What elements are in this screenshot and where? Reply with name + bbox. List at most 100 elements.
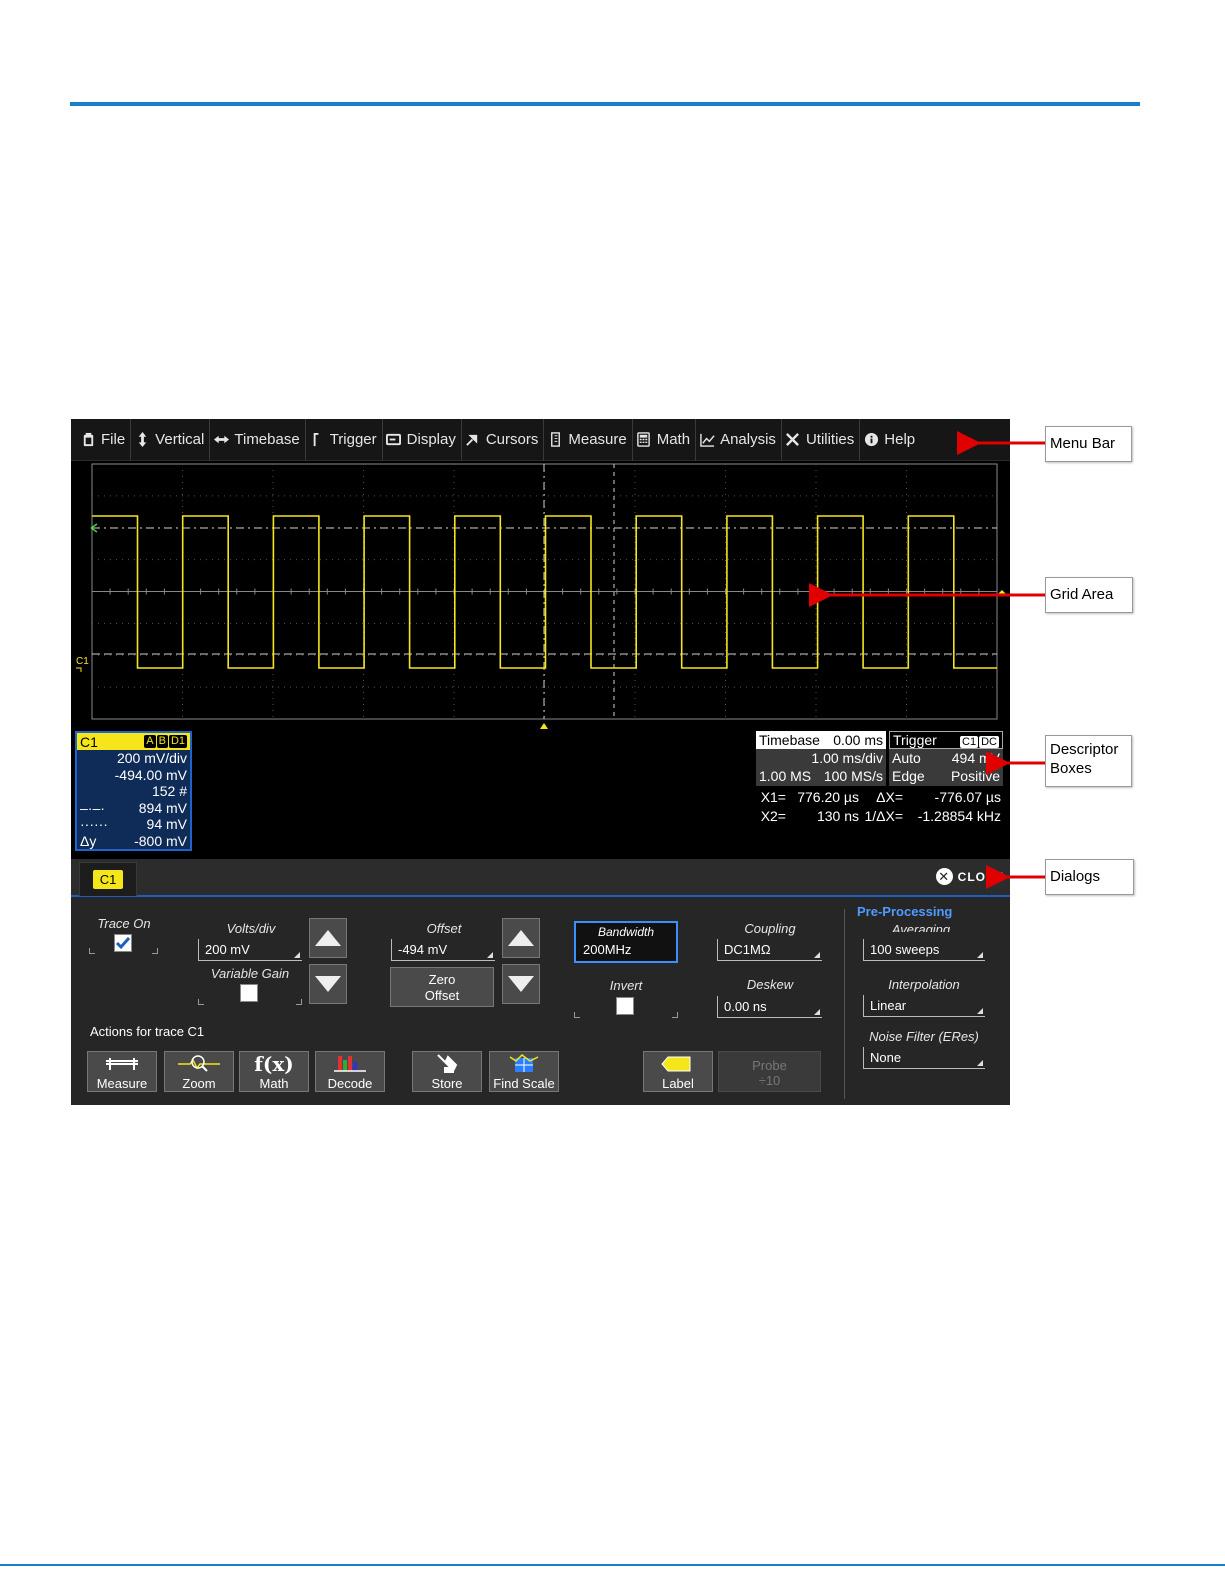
field-corner [198, 999, 204, 1005]
find-scale-action-button[interactable]: Find Scale [489, 1051, 559, 1092]
offset-up-button[interactable] [502, 918, 540, 958]
cursor-icon [465, 432, 481, 448]
menu-timebase[interactable]: Timebase [210, 419, 306, 461]
dialogs-callout: Dialogs [1045, 859, 1134, 895]
bandwidth-field[interactable]: Bandwidth 200MHz [574, 921, 678, 963]
deskew-field[interactable]: 0.00 ns [717, 996, 822, 1018]
menu-vertical-label: Vertical [155, 431, 205, 448]
measure-action-button[interactable]: Measure [87, 1051, 157, 1092]
footer-rule [0, 1564, 1225, 1566]
timebase-row-1: 1.00 ms/div [811, 750, 883, 766]
probe-button[interactable]: Probe ÷10 [718, 1051, 821, 1092]
measure-action-label: Measure [96, 1076, 148, 1091]
volts-div-field[interactable]: 200 mV [198, 939, 302, 961]
pre-processing-title: Pre-Processing [857, 904, 953, 919]
menu-math[interactable]: Math [633, 419, 697, 461]
descriptor-boxes-callout: Descriptor Boxes [1045, 735, 1132, 787]
grid-area[interactable]: C1 [71, 461, 1010, 731]
decode-action-button[interactable]: Decode [315, 1051, 385, 1092]
offset-label: Offset [426, 921, 462, 936]
store-action-button[interactable]: Store [412, 1051, 482, 1092]
trigger-descriptor-header: Trigger C1 DC [889, 731, 1003, 749]
close-icon: ✕ [935, 868, 953, 885]
menu-math-label: Math [656, 431, 691, 448]
vertical-arrows-icon [134, 432, 150, 448]
menu-vertical[interactable]: Vertical [131, 419, 211, 461]
field-corner [152, 948, 158, 954]
trigger-descriptor-box[interactable]: Trigger C1 DC Auto 494 mV Edge Positive [889, 731, 1003, 786]
zero-offset-label-1: Zero [428, 972, 456, 987]
interpolation-label: Interpolation [888, 977, 960, 992]
badge-b: B [156, 735, 168, 748]
volts-up-button[interactable] [309, 918, 347, 958]
menu-measure-label: Measure [568, 431, 627, 448]
bandwidth-label: Bandwidth [597, 925, 655, 939]
decode-icon [316, 1052, 384, 1076]
zero-offset-button[interactable]: Zero Offset [390, 967, 494, 1007]
menu-trigger[interactable]: Trigger [306, 419, 383, 461]
field-corner [296, 999, 302, 1005]
noise-filter-field[interactable]: None [863, 1047, 985, 1069]
menu-utilities[interactable]: Utilities [782, 419, 861, 461]
averaging-field[interactable]: 100 sweeps [863, 939, 985, 961]
tab-c1-label: C1 [92, 870, 124, 889]
c1-descriptor-header: C1 A B D1 [77, 733, 190, 750]
descriptor-callout-line-2: Boxes [1050, 760, 1092, 777]
menu-utilities-label: Utilities [805, 431, 855, 448]
label-action-label: Label [662, 1076, 694, 1091]
pre-processing-divider [844, 909, 845, 1099]
chart-icon [699, 432, 715, 448]
menu-analysis[interactable]: Analysis [696, 419, 782, 461]
trigger-row-2: Edge Positive [892, 768, 1000, 784]
cursor-readout-row-1: X1= 776.20 µs ΔX= -776.07 µs [760, 789, 1001, 805]
invert-checkbox[interactable] [616, 997, 634, 1015]
descriptor-callout-line-1: Descriptor [1050, 741, 1119, 758]
coupling-label: Coupling [744, 921, 796, 936]
badge-dc: DC [979, 736, 999, 748]
field-corner [574, 1012, 580, 1018]
label-action-button[interactable]: Label [643, 1051, 713, 1092]
tag-icon [644, 1052, 712, 1076]
menu-bar-callout: Menu Bar [1045, 426, 1132, 462]
trace-on-label: Trace On [97, 916, 151, 931]
arrow-up-icon [508, 930, 534, 946]
close-button[interactable]: ✕ CLOSE [935, 868, 1004, 885]
coupling-field[interactable]: DC1MΩ [717, 939, 822, 961]
trace-on-checkbox[interactable] [114, 934, 132, 952]
invert-label: Invert [609, 978, 643, 993]
noise-filter-label: Noise Filter (ERes) [869, 1029, 979, 1044]
volts-down-button[interactable] [309, 964, 347, 1004]
trigger-row-1: Auto 494 mV [892, 750, 1000, 766]
interpolation-field[interactable]: Linear [863, 995, 985, 1017]
menu-file[interactable]: File [77, 419, 132, 461]
close-label: CLOSE [957, 869, 1004, 884]
c1-row-offset: -494.00 mV [114, 766, 187, 783]
timebase-descriptor-box[interactable]: Timebase 0.00 ms 1.00 ms/div 1.00 MS 100 M… [756, 731, 886, 786]
menu-bar: File Vertical Timebase Trigger Display C… [71, 419, 1010, 461]
math-action-button[interactable]: f(x) Math [239, 1051, 309, 1092]
bandwidth-value: 200MHz [583, 942, 632, 957]
averaging-label: Averaging [891, 922, 951, 932]
zoom-action-label: Zoom [182, 1076, 216, 1091]
menu-help[interactable]: Help [860, 419, 920, 461]
menu-analysis-label: Analysis [720, 431, 776, 448]
actions-title: Actions for trace C1 [90, 1024, 205, 1039]
offset-down-button[interactable] [502, 964, 540, 1004]
c1-descriptor-box[interactable]: C1 A B D1 200 mV/div -494.00 mV 152 # –·… [75, 731, 192, 851]
channel-dialog: C1 ✕ CLOSE Trace On Volts/div 200 mV Var… [71, 859, 1010, 1105]
variable-gain-checkbox[interactable] [240, 984, 258, 1002]
page: File Vertical Timebase Trigger Display C… [0, 0, 1225, 1585]
zoom-action-button[interactable]: Zoom [164, 1051, 234, 1092]
find-scale-icon [490, 1052, 558, 1076]
measure-icon [547, 432, 563, 448]
find-scale-action-label: Find Scale [493, 1076, 555, 1091]
store-icon [413, 1052, 481, 1076]
offset-field[interactable]: -494 mV [391, 939, 495, 961]
header-rule [70, 102, 1140, 106]
menu-measure[interactable]: Measure [544, 419, 633, 461]
arrow-up-icon [315, 930, 341, 946]
menu-display[interactable]: Display [383, 419, 462, 461]
menu-trigger-label: Trigger [329, 431, 377, 448]
menu-cursors[interactable]: Cursors [462, 419, 545, 461]
tab-c1[interactable]: C1 [79, 862, 137, 896]
